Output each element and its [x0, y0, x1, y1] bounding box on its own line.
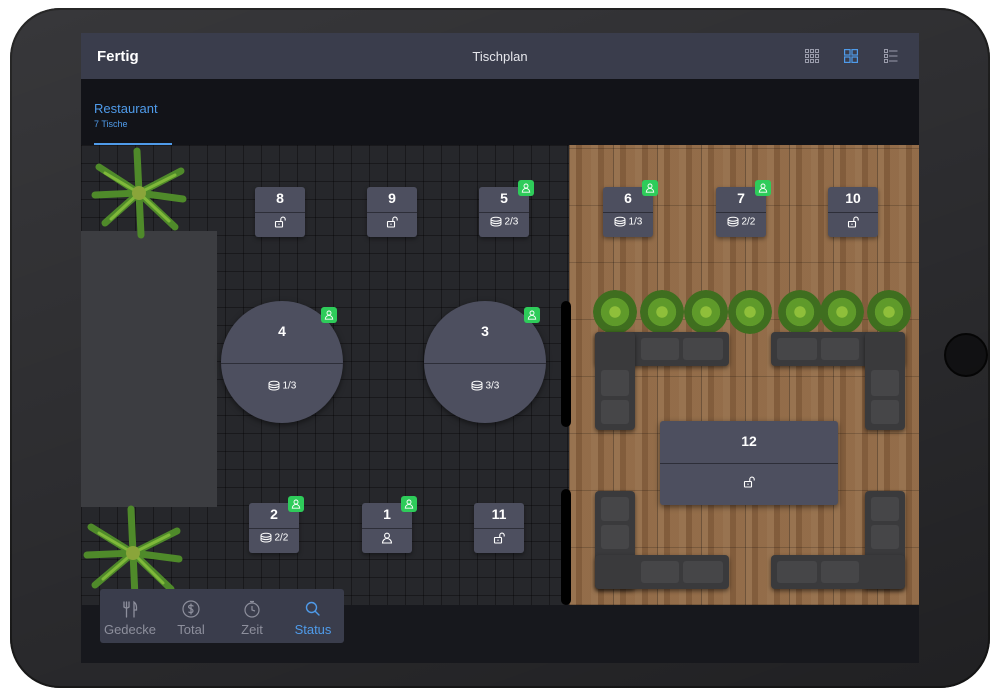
- table-3[interactable]: 3 3/3: [424, 301, 546, 423]
- seat-count: 3/3: [485, 380, 500, 392]
- table-number: 12: [741, 433, 757, 449]
- tab-zeit-label: Zeit: [241, 622, 263, 637]
- tab-status-label: Status: [294, 622, 332, 637]
- coins-icon: [490, 216, 502, 228]
- guest-badge-icon: [518, 180, 534, 196]
- table-11[interactable]: 11: [474, 503, 524, 553]
- grid-large-icon[interactable]: [844, 49, 859, 64]
- shrub-plant: [820, 290, 864, 334]
- cutlery-icon: [123, 600, 138, 618]
- table-number: 11: [491, 506, 507, 522]
- table-4[interactable]: 4 1/3: [221, 301, 343, 423]
- status-tabbar: Gedecke Total Zeit Status: [100, 589, 344, 643]
- table-number: 10: [845, 190, 861, 206]
- home-button[interactable]: [944, 333, 988, 377]
- table-9[interactable]: 9: [367, 187, 417, 237]
- navigation-bar: Fertig Tischplan: [81, 33, 919, 79]
- table-2[interactable]: 2 2/2: [249, 496, 304, 553]
- floor-plan: 8 9 5 2/3 6 1/3 7 2/2 10 4 1/3 3 3/3 12 …: [81, 145, 919, 605]
- table-number: 4: [278, 323, 286, 339]
- coins-icon: [268, 380, 280, 392]
- guest-badge-icon: [755, 180, 771, 196]
- partition-wall: [561, 489, 571, 605]
- table-8[interactable]: 8: [255, 187, 305, 237]
- tab-restaurant-label: Restaurant: [94, 101, 158, 116]
- partition-wall: [561, 301, 571, 427]
- bar-counter: [81, 231, 217, 507]
- palm-plant-icon: [83, 505, 183, 601]
- person-icon: [381, 532, 393, 544]
- unlock-icon: [493, 532, 505, 544]
- shrub-plant: [684, 290, 728, 334]
- table-12[interactable]: 12: [660, 421, 838, 505]
- search-icon: [305, 601, 320, 616]
- tab-status[interactable]: Status: [283, 589, 343, 643]
- coins-icon: [727, 216, 739, 228]
- shrub-plant: [728, 290, 772, 334]
- guest-badge-icon: [321, 307, 337, 323]
- tab-total[interactable]: Total: [161, 589, 221, 643]
- table-7[interactable]: 7 2/2: [716, 180, 771, 237]
- tab-zeit[interactable]: Zeit: [222, 589, 282, 643]
- tab-restaurant-count: 7 Tische: [94, 119, 128, 129]
- list-icon[interactable]: [884, 49, 898, 63]
- seat-count: 2/3: [504, 216, 519, 228]
- guest-badge-icon: [288, 496, 304, 512]
- room-tabs: Restaurant 7 Tische: [81, 79, 919, 145]
- coins-icon: [260, 532, 272, 544]
- app-screen: Fertig Tischplan Restaurant 7 Tische 8 9…: [81, 33, 919, 663]
- guest-badge-icon: [642, 180, 658, 196]
- table-5[interactable]: 5 2/3: [479, 180, 534, 237]
- shrub-plant: [640, 290, 684, 334]
- seat-count: 2/2: [274, 532, 289, 544]
- table-1[interactable]: 1: [362, 496, 417, 553]
- shrub-plant: [593, 290, 637, 334]
- unlock-icon: [847, 216, 859, 228]
- stopwatch-icon: [244, 600, 260, 618]
- table-6[interactable]: 6 1/3: [603, 180, 658, 237]
- palm-plant-icon: [91, 147, 187, 239]
- shrub-plant: [867, 290, 911, 334]
- unlock-icon: [274, 216, 286, 228]
- seat-count: 1/3: [628, 216, 643, 228]
- tab-gedecke[interactable]: Gedecke: [100, 589, 160, 643]
- table-number: 8: [276, 190, 284, 206]
- guest-badge-icon: [401, 496, 417, 512]
- seat-count: 1/3: [282, 380, 297, 392]
- tab-gedecke-label: Gedecke: [103, 622, 157, 637]
- table-number: 9: [388, 190, 396, 206]
- page-title: Tischplan: [472, 49, 528, 64]
- guest-badge-icon: [524, 307, 540, 323]
- unlock-icon: [743, 476, 755, 488]
- table-10[interactable]: 10: [828, 187, 878, 237]
- shrub-plant: [778, 290, 822, 334]
- dollar-icon: [182, 600, 200, 618]
- tab-total-label: Total: [177, 622, 205, 637]
- coins-icon: [471, 380, 483, 392]
- table-number: 3: [481, 323, 489, 339]
- unlock-icon: [386, 216, 398, 228]
- seat-count: 2/2: [741, 216, 756, 228]
- grid-small-icon[interactable]: [805, 49, 819, 63]
- coins-icon: [614, 216, 626, 228]
